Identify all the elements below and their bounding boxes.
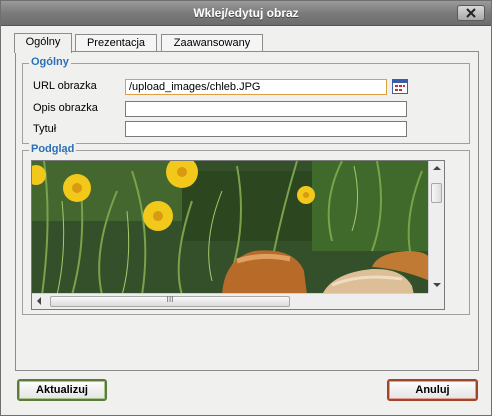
horizontal-scroll-thumb[interactable]: III <box>50 295 290 307</box>
arrow-down-icon[interactable] <box>433 283 441 287</box>
arrow-up-icon[interactable] <box>433 166 441 170</box>
title-label: Tytuł <box>33 123 57 135</box>
title-bar[interactable]: Wklej/edytuj obraz <box>1 1 491 26</box>
preview-frame[interactable]: III <box>31 160 445 310</box>
preview-image <box>32 161 430 295</box>
tab-presentation[interactable]: Prezentacja <box>75 34 157 51</box>
scroll-thumb-grip: III <box>166 295 174 304</box>
title-input[interactable] <box>125 121 407 137</box>
close-button[interactable] <box>457 5 485 21</box>
arrow-left-icon[interactable] <box>37 297 41 305</box>
preview-legend: Podgląd <box>29 143 77 155</box>
browse-button[interactable] <box>392 79 408 98</box>
cancel-button[interactable]: Anuluj <box>387 379 478 401</box>
scroll-corner <box>428 293 444 309</box>
dialog-title: Wklej/edytuj obraz <box>193 6 299 20</box>
browse-icon <box>392 79 408 94</box>
image-dialog: Wklej/edytuj obraz Ogólny Prezentacja Za… <box>0 0 492 416</box>
preview-fieldset: Podgląd III <box>22 143 470 315</box>
update-button[interactable]: Aktualizuj <box>17 379 107 401</box>
general-legend: Ogólny <box>29 56 71 68</box>
tab-advanced[interactable]: Zaawansowany <box>161 34 263 51</box>
close-icon <box>466 8 476 18</box>
preview-horizontal-scrollbar[interactable]: III <box>32 293 444 309</box>
general-fieldset: Ogólny URL obrazka /upload_images/chleb.… <box>22 56 470 144</box>
description-label: Opis obrazka <box>33 102 98 114</box>
vertical-scroll-thumb[interactable] <box>431 183 442 203</box>
tab-general[interactable]: Ogólny <box>14 33 72 53</box>
url-input[interactable]: /upload_images/chleb.JPG <box>125 79 387 95</box>
preview-vertical-scrollbar[interactable] <box>428 161 444 294</box>
url-label: URL obrazka <box>33 80 97 92</box>
tab-panel: Ogólny URL obrazka /upload_images/chleb.… <box>15 51 479 371</box>
description-input[interactable] <box>125 101 407 117</box>
